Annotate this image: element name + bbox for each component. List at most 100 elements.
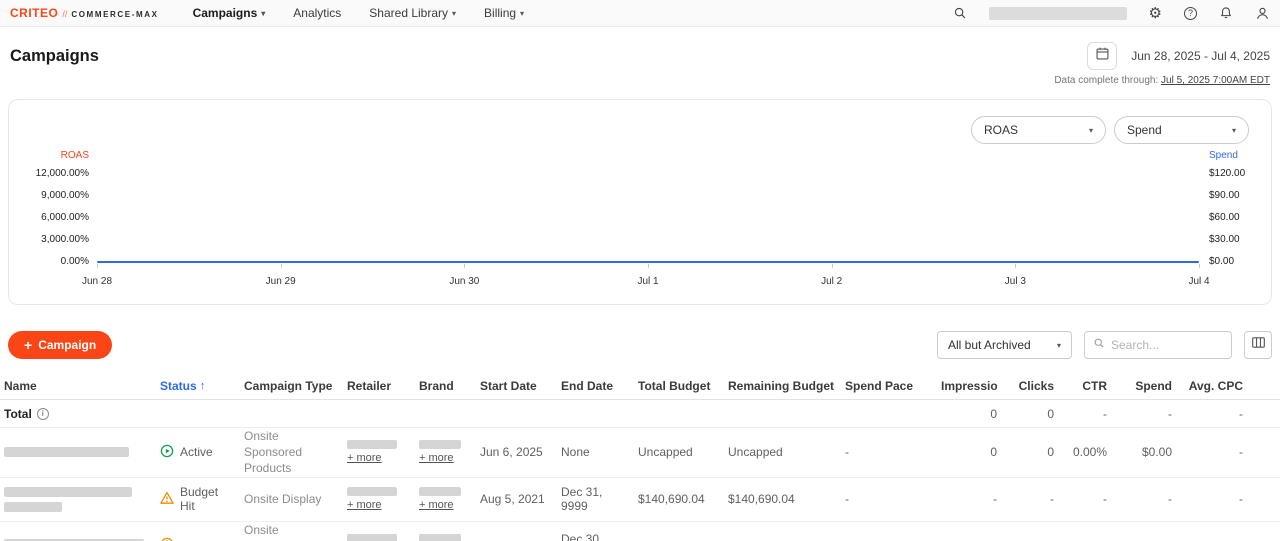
table-search [1084, 331, 1232, 359]
axis-tick: $90.00 [1209, 185, 1271, 207]
avg-cpc: - [1172, 492, 1243, 506]
date-range-value[interactable]: Jun 28, 2025 - Jul 4, 2025 [1131, 49, 1270, 63]
axis-tick: $0.00 [1209, 251, 1271, 273]
table-row: Budget Hit Onsite Display + more + more … [0, 478, 1280, 522]
campaign-name-link[interactable] [4, 487, 152, 512]
col-clicks[interactable]: Clicks [997, 379, 1054, 393]
axis-tick: 9,000.00% [9, 185, 89, 207]
nav-item-campaigns[interactable]: Campaigns ▾ [193, 6, 266, 20]
logo-separator: // [62, 9, 67, 19]
chart-plot-area: Jun 28 Jun 29 Jun 30 Jul 1 Jul 2 Jul 3 J… [97, 100, 1199, 304]
left-axis-title: ROAS [9, 150, 89, 161]
gear-icon[interactable]: ⚙ [1149, 6, 1162, 21]
criteo-logo[interactable]: CRITEO // COMMERCE-MAX [10, 6, 159, 20]
clicks: 0 [997, 445, 1054, 459]
total-ctr: - [1054, 407, 1107, 421]
status-label: Budget Hit [180, 485, 236, 513]
status-badge: Active [160, 444, 244, 461]
calendar-button[interactable] [1087, 42, 1117, 70]
col-retailer[interactable]: Retailer [347, 379, 419, 393]
status-filter-value: All but Archived [948, 338, 1031, 352]
logo-brand-text: CRITEO [10, 6, 58, 20]
chevron-down-icon: ▾ [452, 9, 456, 18]
brand-more-link[interactable]: + more [419, 499, 454, 511]
axis-tick: 0.00% [9, 251, 89, 273]
axis-tick: $120.00 [1209, 163, 1271, 185]
search-icon [1093, 336, 1105, 354]
col-avg-cpc[interactable]: Avg. CPC [1172, 379, 1243, 393]
col-impressions[interactable]: Impressions [941, 379, 997, 393]
campaign-name-link[interactable] [4, 447, 152, 457]
retailer-more-link[interactable]: + more [347, 452, 382, 464]
nav-item-billing[interactable]: Billing ▾ [484, 6, 524, 20]
col-spend[interactable]: Spend [1107, 379, 1172, 393]
x-axis-label: Jul 2 [821, 276, 842, 287]
redacted-text [4, 447, 129, 457]
search-icon[interactable] [953, 6, 967, 20]
redacted-text [347, 534, 397, 541]
status-warning-icon [160, 491, 174, 508]
col-campaign-type[interactable]: Campaign Type [244, 379, 347, 393]
status-filter-select[interactable]: All but Archived ▾ [937, 331, 1072, 359]
col-end-date[interactable]: End Date [561, 379, 638, 393]
bell-icon[interactable] [1219, 6, 1233, 20]
x-axis-label: Jun 30 [449, 276, 479, 287]
total-clicks: 0 [997, 407, 1054, 421]
info-icon[interactable]: i [37, 408, 49, 420]
spend: $0.00 [1107, 445, 1172, 459]
chevron-down-icon: ▾ [261, 9, 265, 18]
account-icon[interactable] [1255, 6, 1270, 21]
redacted-text [419, 487, 461, 496]
x-axis-label: Jun 29 [266, 276, 296, 287]
total-row: Total i 0 0 - - - [0, 400, 1280, 428]
col-remaining-budget[interactable]: Remaining Budget [728, 379, 845, 393]
brand-more-link[interactable]: + more [419, 452, 454, 464]
campaign-type: Onsite Sponsored Products [244, 428, 347, 477]
col-brand[interactable]: Brand [419, 379, 480, 393]
status-label: Active [180, 445, 213, 459]
campaigns-table: Name Status ↑ Campaign Type Retailer Bra… [0, 373, 1280, 541]
new-campaign-button[interactable]: + Campaign [8, 331, 112, 359]
table-row: Scheduled Onsite Sponsored Products + mo… [0, 522, 1280, 541]
new-campaign-label: Campaign [38, 338, 96, 352]
columns-button[interactable] [1244, 331, 1272, 359]
axis-tick: 6,000.00% [9, 207, 89, 229]
left-axis-ticks: 12,000.00% 9,000.00% 6,000.00% 3,000.00%… [9, 163, 89, 273]
col-total-budget[interactable]: Total Budget [638, 379, 728, 393]
axis-tick: 12,000.00% [9, 163, 89, 185]
nav-item-analytics[interactable]: Analytics [293, 6, 341, 20]
data-complete-link[interactable]: Jul 5, 2025 7:00AM EDT [1161, 75, 1270, 86]
total-budget: Uncapped [638, 445, 728, 459]
performance-chart-card: ROAS ▾ Spend ▾ ROAS Spend 12,000.00% 9,0… [8, 99, 1272, 305]
spend-pace: - [845, 492, 941, 506]
x-axis-label: Jul 3 [1005, 276, 1026, 287]
chevron-down-icon: ▾ [1057, 341, 1061, 350]
spend: - [1107, 492, 1172, 506]
col-status[interactable]: Status ↑ [160, 379, 244, 393]
logo-product-text: COMMERCE-MAX [71, 10, 158, 19]
ctr: 0.00% [1054, 445, 1107, 459]
end-date: None [561, 445, 638, 459]
right-axis-title: Spend [1199, 150, 1271, 161]
col-start-date[interactable]: Start Date [480, 379, 561, 393]
data-complete-note: Data complete through: Jul 5, 2025 7:00A… [0, 75, 1270, 86]
nav-item-label: Analytics [293, 6, 341, 20]
retailer-more-link[interactable]: + more [347, 499, 382, 511]
plus-icon: + [24, 338, 32, 352]
chevron-down-icon: ▾ [520, 9, 524, 18]
redacted-text [347, 487, 397, 496]
retailer-cell: + more [347, 534, 419, 541]
date-range-picker: Jun 28, 2025 - Jul 4, 2025 [1087, 42, 1270, 70]
redacted-text [4, 487, 132, 497]
main-nav: Campaigns ▾ Analytics Shared Library ▾ B… [193, 6, 525, 20]
col-ctr[interactable]: CTR [1054, 379, 1107, 393]
x-axis-label: Jun 28 [82, 276, 112, 287]
start-date: Aug 5, 2021 [480, 492, 561, 506]
help-icon[interactable]: ? [1184, 7, 1197, 20]
global-search-field-redacted[interactable] [989, 7, 1127, 20]
table-search-input[interactable] [1111, 338, 1223, 352]
nav-item-shared-library[interactable]: Shared Library ▾ [369, 6, 456, 20]
col-name[interactable]: Name [0, 379, 160, 393]
chevron-down-icon: ▾ [1232, 126, 1236, 135]
col-spend-pace[interactable]: Spend Pace [845, 379, 941, 393]
